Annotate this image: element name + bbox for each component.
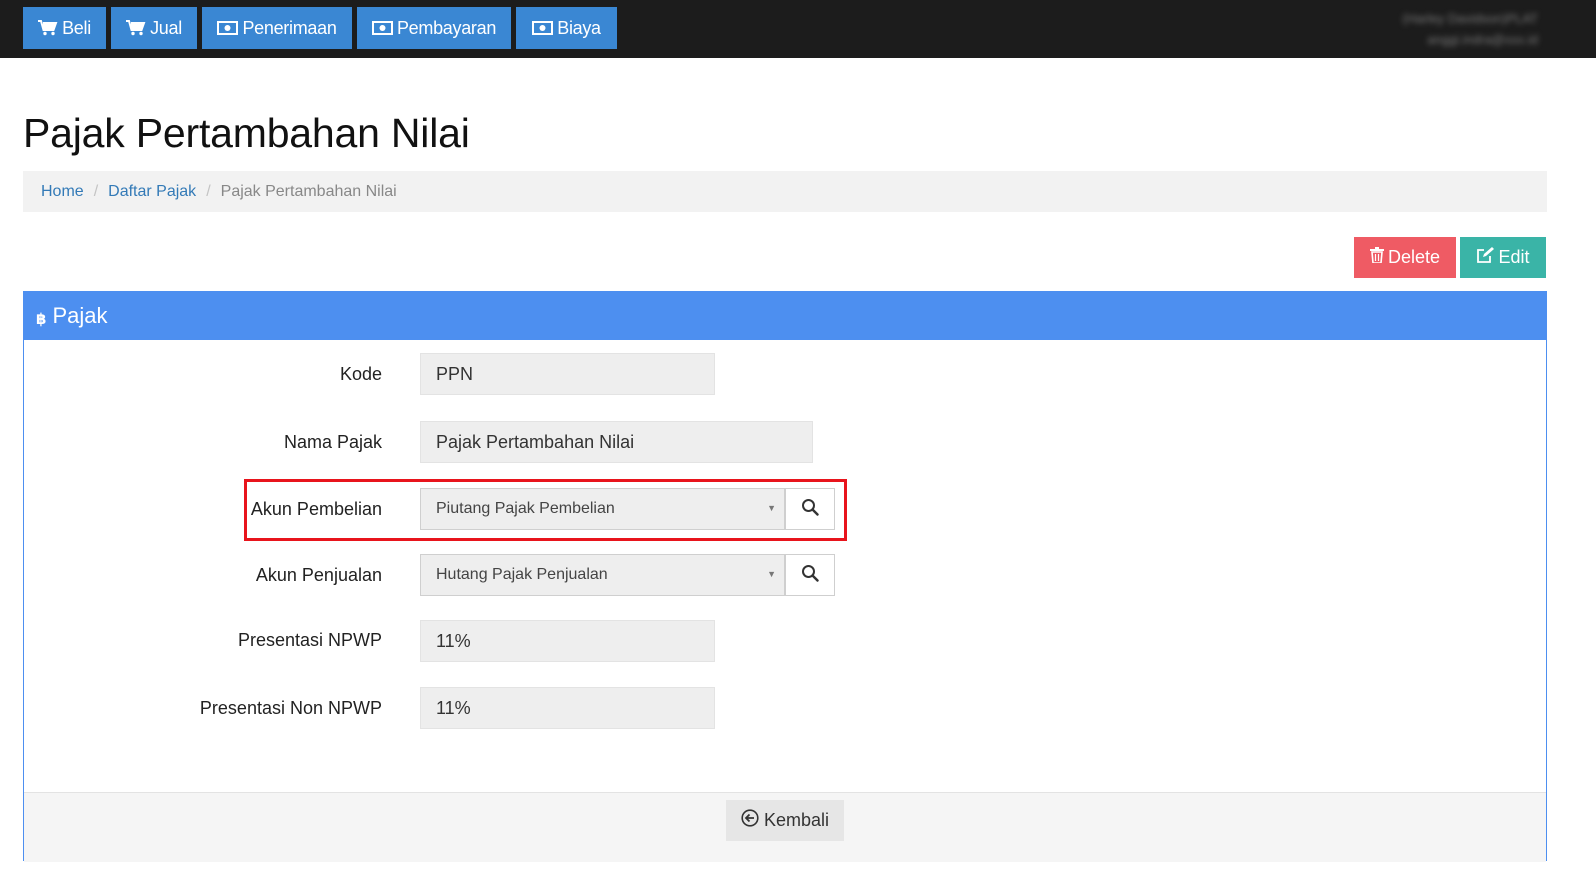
akun-penjualan-search-button[interactable]: [785, 554, 835, 596]
delete-button-label: Delete: [1387, 247, 1441, 267]
user-info[interactable]: (Harley Davidson)PLAT anggi.indra@xxx.id: [1402, 8, 1538, 50]
kode-label: Kode: [339, 364, 382, 384]
akun-penjualan-value: Hutang Pajak Penjualan: [436, 566, 608, 583]
presentasi-non-npwp-label: Presentasi Non NPWP: [199, 698, 382, 718]
breadcrumb-separator: /: [93, 182, 99, 200]
panel-title: Pajak: [52, 303, 108, 328]
kembali-button-label: Kembali: [763, 810, 830, 830]
highlight-box: [244, 479, 847, 541]
panel-header: ฿ Pajak: [24, 292, 1546, 340]
nav-button-label: Biaya: [557, 17, 601, 38]
nav-button-label: Beli: [62, 17, 91, 38]
edit-icon: [1476, 246, 1495, 269]
arrow-left-circle-icon: [741, 809, 759, 832]
breadcrumb-separator: /: [206, 182, 211, 200]
presentasi-npwp-label: Presentasi NPWP: [237, 630, 382, 650]
akun-penjualan-label: Akun Penjualan: [255, 565, 382, 585]
nav-button-jual[interactable]: Jual: [111, 7, 197, 49]
trash-icon: [1369, 247, 1384, 268]
page-title: Pajak Pertambahan Nilai: [23, 110, 470, 156]
money-icon: [532, 21, 554, 35]
breadcrumb-daftar-pajak-link[interactable]: Daftar Pajak: [108, 183, 196, 201]
nama-pajak-field[interactable]: Pajak Pertambahan Nilai: [420, 421, 813, 463]
presentasi-non-npwp-field[interactable]: 11%: [420, 687, 715, 729]
nav-button-beli[interactable]: Beli: [23, 7, 106, 49]
user-name: (Harley Davidson)PLAT: [1402, 11, 1538, 26]
kode-field[interactable]: PPN: [420, 353, 715, 395]
nav-button-penerimaan[interactable]: Penerimaan: [202, 7, 352, 49]
kembali-button[interactable]: Kembali: [726, 800, 844, 841]
edit-button-label: Edit: [1498, 247, 1530, 267]
nav-button-label: Penerimaan: [242, 17, 337, 38]
money-icon: [217, 21, 239, 35]
bitcoin-icon: ฿: [36, 311, 47, 328]
akun-penjualan-select[interactable]: Hutang Pajak Penjualan ▼: [420, 554, 785, 596]
nav-button-label: Pembayaran: [396, 17, 497, 38]
user-email: anggi.indra@xxx.id: [1427, 32, 1538, 47]
presentasi-npwp-field[interactable]: 11%: [420, 620, 715, 662]
panel-footer: Kembali: [24, 792, 1546, 862]
delete-button[interactable]: Delete: [1354, 237, 1456, 278]
search-icon: [801, 564, 819, 587]
nav-button-biaya[interactable]: Biaya: [516, 7, 617, 49]
top-navbar: Beli Jual Penerimaan Pembayaran Biaya (H…: [0, 0, 1596, 58]
money-icon: [371, 21, 393, 35]
breadcrumb-home-link[interactable]: Home: [41, 183, 84, 201]
nav-button-pembayaran[interactable]: Pembayaran: [357, 7, 511, 49]
breadcrumb: Home / Daftar Pajak / Pajak Pertambahan …: [23, 171, 1547, 212]
edit-button[interactable]: Edit: [1460, 237, 1546, 278]
nama-pajak-label: Nama Pajak: [283, 432, 382, 452]
pajak-panel: ฿ Pajak Kode PPN Nama Pajak Pajak Pertam…: [23, 291, 1547, 862]
cart-icon: [38, 20, 58, 36]
breadcrumb-current: Pajak Pertambahan Nilai: [220, 182, 397, 200]
cart-icon: [126, 20, 146, 36]
nav-button-label: Jual: [150, 17, 182, 38]
chevron-down-icon: ▼: [767, 569, 776, 579]
